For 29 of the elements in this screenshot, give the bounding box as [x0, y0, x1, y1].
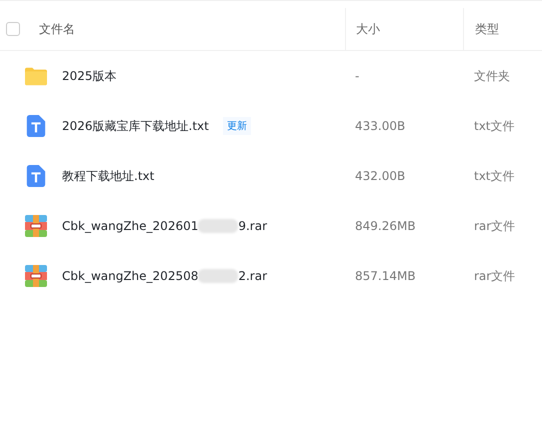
blurred-text [198, 269, 238, 283]
select-all-checkbox[interactable] [6, 22, 20, 36]
archive-icon [25, 215, 47, 237]
file-type: rar文件 [474, 218, 516, 232]
file-type: rar文件 [474, 268, 516, 282]
file-type: txt文件 [474, 118, 515, 132]
blurred-text [198, 219, 238, 233]
file-name[interactable]: 2.rar [238, 269, 268, 283]
file-name[interactable]: 9.rar [238, 219, 268, 233]
column-header[interactable]: 类型 [475, 20, 499, 38]
file-name[interactable]: 2025版本 [62, 68, 117, 84]
file-name[interactable]: Cbk_wangZhe_202601 [62, 219, 198, 233]
file-size: 857.14MB [355, 269, 416, 283]
column-header[interactable]: 文件名 [39, 20, 75, 38]
update-badge: 更新 [222, 117, 251, 135]
file-size: - [355, 69, 360, 83]
column-header[interactable]: 大小 [356, 20, 380, 38]
file-name[interactable]: 教程下载地址.txt [62, 168, 154, 184]
file-name[interactable]: 2026版藏宝库下载地址.txt [62, 118, 209, 134]
file-name[interactable]: Cbk_wangZhe_202508 [62, 269, 198, 283]
text-file-icon [25, 165, 47, 187]
archive-icon [25, 265, 47, 287]
text-file-icon [25, 115, 47, 137]
folder-icon [25, 65, 47, 87]
file-size: 433.00B [355, 119, 406, 133]
file-size: 432.00B [355, 169, 406, 183]
file-type: 文件夹 [474, 68, 510, 82]
file-type: txt文件 [474, 168, 515, 182]
file-size: 849.26MB [355, 219, 416, 233]
